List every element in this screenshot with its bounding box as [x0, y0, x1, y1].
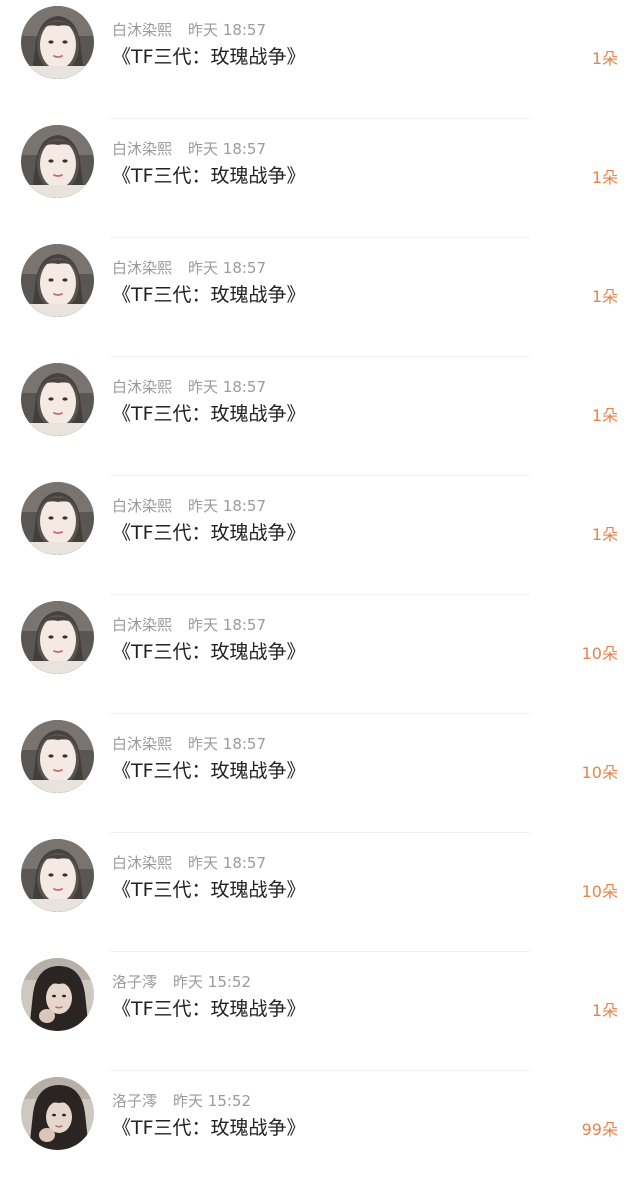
flower-count: 1朵: [591, 1001, 618, 1020]
username[interactable]: 白沐染熙: [112, 854, 172, 872]
work-title: 《TF三代：玫瑰战争》: [112, 760, 306, 782]
avatar-light-girl-icon[interactable]: [21, 482, 94, 555]
avatar-light-girl-icon[interactable]: [21, 601, 94, 674]
work-title: 《TF三代：玫瑰战争》: [112, 879, 306, 901]
username[interactable]: 白沐染熙: [112, 378, 172, 396]
item-meta: 白沐染熙 昨天 18:57: [112, 734, 266, 754]
list-item[interactable]: 白沐染熙 昨天 18:57 《TF三代：玫瑰战争》 1朵: [0, 119, 640, 238]
username[interactable]: 白沐染熙: [112, 259, 172, 277]
avatar-light-girl-icon[interactable]: [21, 244, 94, 317]
work-title: 《TF三代：玫瑰战争》: [112, 522, 306, 544]
avatar-dark-girl-icon[interactable]: [21, 1077, 94, 1150]
flower-count: 1朵: [591, 49, 618, 68]
flower-count: 10朵: [581, 763, 618, 782]
avatar-light-girl-icon[interactable]: [21, 125, 94, 198]
work-title: 《TF三代：玫瑰战争》: [112, 1117, 306, 1139]
work-title: 《TF三代：玫瑰战争》: [112, 284, 306, 306]
item-meta: 白沐染熙 昨天 18:57: [112, 615, 266, 635]
list-item[interactable]: 白沐染熙 昨天 18:57 《TF三代：玫瑰战争》 10朵: [0, 714, 640, 833]
username[interactable]: 白沐染熙: [112, 21, 172, 39]
gift-record-list: 白沐染熙 昨天 18:57 《TF三代：玫瑰战争》 1朵 白沐染熙 昨天 18:57 《T…: [0, 0, 640, 1175]
list-item[interactable]: 白沐染熙 昨天 18:57 《TF三代：玫瑰战争》 1朵: [0, 0, 640, 119]
item-meta: 白沐染熙 昨天 18:57: [112, 377, 266, 397]
item-meta: 白沐染熙 昨天 18:57: [112, 20, 266, 40]
timestamp: 昨天 18:57: [188, 735, 267, 753]
flower-count: 99朵: [581, 1120, 618, 1139]
work-title: 《TF三代：玫瑰战争》: [112, 165, 306, 187]
avatar-light-girl-icon[interactable]: [21, 720, 94, 793]
timestamp: 昨天 18:57: [188, 21, 267, 39]
timestamp: 昨天 18:57: [188, 616, 267, 634]
timestamp: 昨天 15:52: [173, 1092, 252, 1110]
item-meta: 白沐染熙 昨天 18:57: [112, 853, 266, 873]
username[interactable]: 白沐染熙: [112, 497, 172, 515]
username[interactable]: 白沐染熙: [112, 735, 172, 753]
list-item[interactable]: 白沐染熙 昨天 18:57 《TF三代：玫瑰战争》 10朵: [0, 833, 640, 952]
list-item[interactable]: 白沐染熙 昨天 18:57 《TF三代：玫瑰战争》 10朵: [0, 595, 640, 714]
item-meta: 白沐染熙 昨天 18:57: [112, 139, 266, 159]
list-item[interactable]: 洛子澪 昨天 15:52 《TF三代：玫瑰战争》 99朵: [0, 1071, 640, 1190]
item-meta: 洛子澪 昨天 15:52: [112, 972, 251, 992]
flower-count: 10朵: [581, 882, 618, 901]
work-title: 《TF三代：玫瑰战争》: [112, 641, 306, 663]
list-item[interactable]: 白沐染熙 昨天 18:57 《TF三代：玫瑰战争》 1朵: [0, 476, 640, 595]
item-meta: 白沐染熙 昨天 18:57: [112, 258, 266, 278]
username[interactable]: 洛子澪: [112, 973, 157, 991]
flower-count: 1朵: [591, 525, 618, 544]
username[interactable]: 白沐染熙: [112, 140, 172, 158]
item-meta: 白沐染熙 昨天 18:57: [112, 496, 266, 516]
timestamp: 昨天 18:57: [188, 378, 267, 396]
username[interactable]: 洛子澪: [112, 1092, 157, 1110]
timestamp: 昨天 18:57: [188, 854, 267, 872]
list-item[interactable]: 白沐染熙 昨天 18:57 《TF三代：玫瑰战争》 1朵: [0, 238, 640, 357]
flower-count: 10朵: [581, 644, 618, 663]
flower-count: 1朵: [591, 287, 618, 306]
username[interactable]: 白沐染熙: [112, 616, 172, 634]
work-title: 《TF三代：玫瑰战争》: [112, 998, 306, 1020]
avatar-light-girl-icon[interactable]: [21, 839, 94, 912]
work-title: 《TF三代：玫瑰战争》: [112, 46, 306, 68]
timestamp: 昨天 15:52: [173, 973, 252, 991]
item-meta: 洛子澪 昨天 15:52: [112, 1091, 251, 1111]
avatar-dark-girl-icon[interactable]: [21, 958, 94, 1031]
timestamp: 昨天 18:57: [188, 259, 267, 277]
list-item[interactable]: 洛子澪 昨天 15:52 《TF三代：玫瑰战争》 1朵: [0, 952, 640, 1071]
work-title: 《TF三代：玫瑰战争》: [112, 403, 306, 425]
flower-count: 1朵: [591, 168, 618, 187]
timestamp: 昨天 18:57: [188, 140, 267, 158]
list-item[interactable]: 白沐染熙 昨天 18:57 《TF三代：玫瑰战争》 1朵: [0, 357, 640, 476]
avatar-light-girl-icon[interactable]: [21, 6, 94, 79]
flower-count: 1朵: [591, 406, 618, 425]
avatar-light-girl-icon[interactable]: [21, 363, 94, 436]
timestamp: 昨天 18:57: [188, 497, 267, 515]
